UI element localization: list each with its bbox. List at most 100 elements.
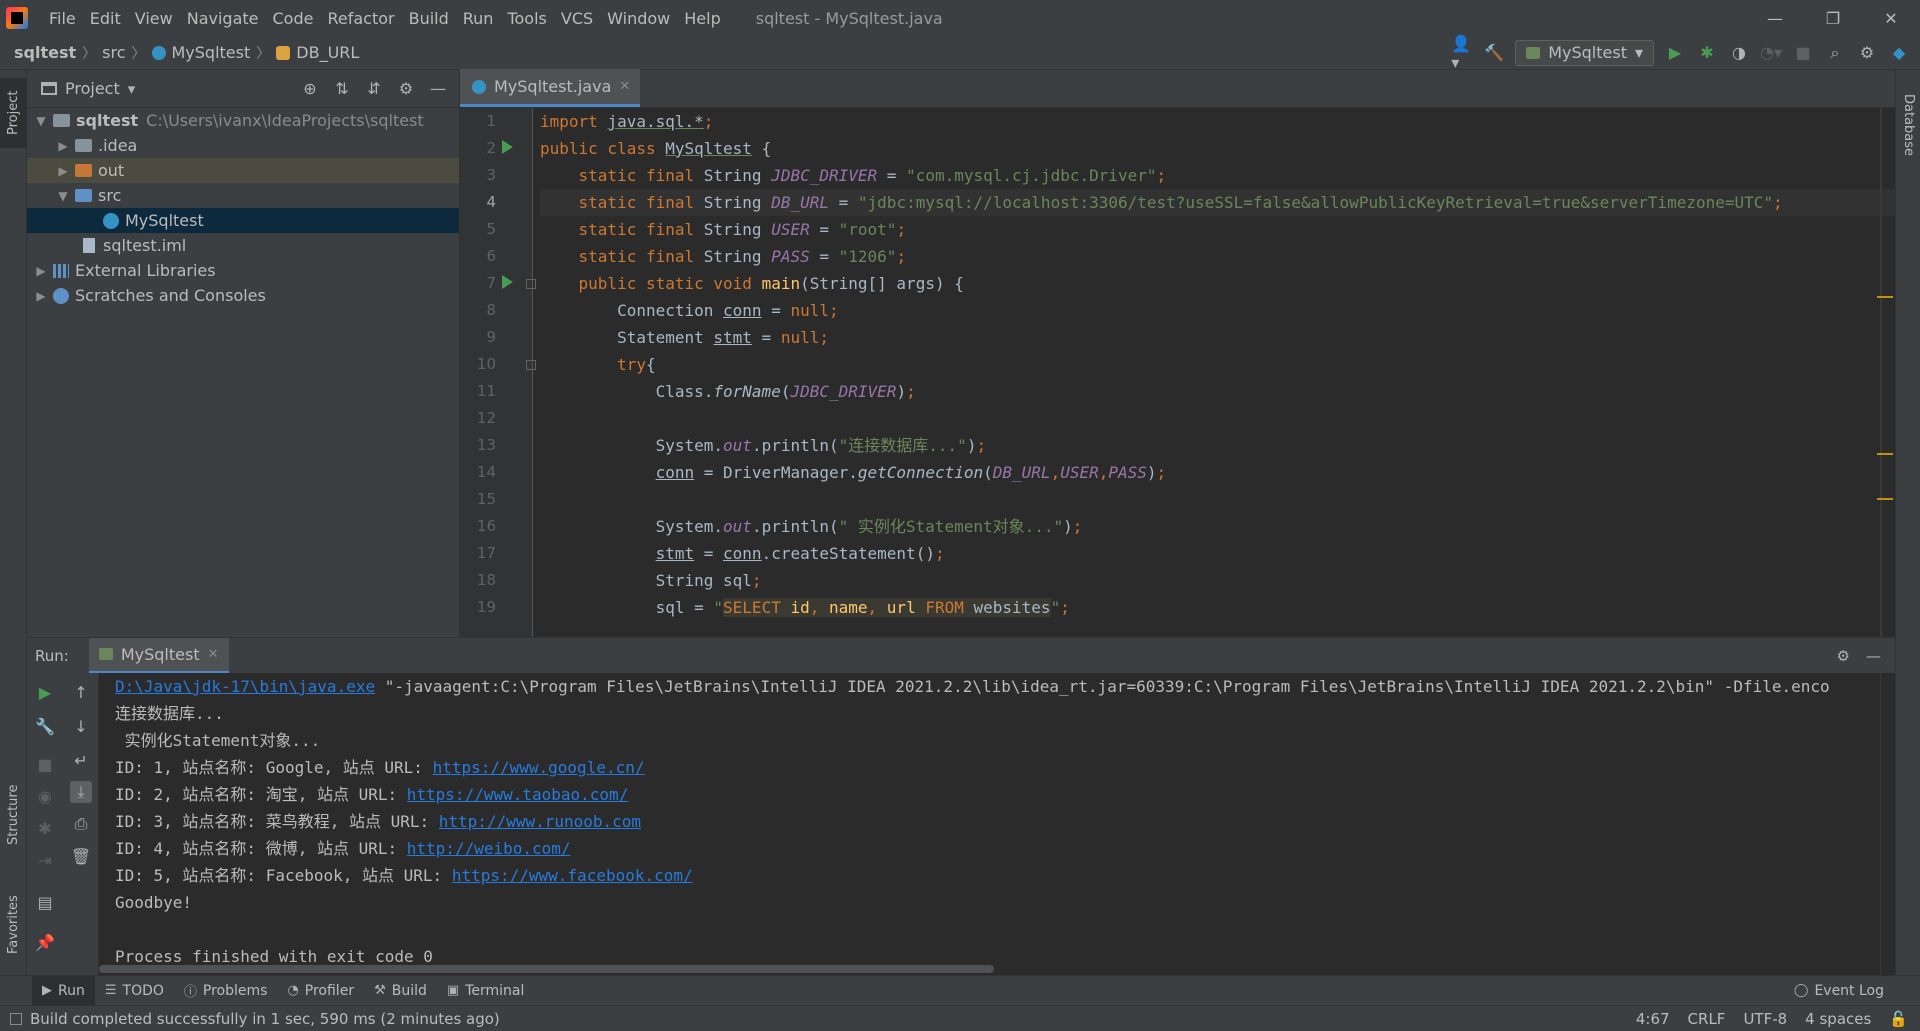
tool-tab-problems[interactable]: ⓘ Problems <box>174 976 278 1006</box>
status-message[interactable]: Build completed successfully in 1 sec, 5… <box>30 1010 500 1028</box>
close-window-button[interactable]: ✕ <box>1862 9 1920 28</box>
menu-code[interactable]: Code <box>266 9 321 28</box>
indent-setting[interactable]: 4 spaces <box>1805 1010 1871 1028</box>
menu-navigate[interactable]: Navigate <box>180 9 266 28</box>
run-gutter-icon[interactable] <box>502 275 513 289</box>
camera-icon[interactable]: ◉ <box>34 785 56 807</box>
menu-vcs[interactable]: VCS <box>554 9 600 28</box>
scroll-to-end-icon[interactable]: ⤓ <box>70 781 92 803</box>
menu-tools[interactable]: Tools <box>500 9 553 28</box>
tool-tab-run[interactable]: ▶ Run <box>32 975 95 1006</box>
tree-item-scratches[interactable]: ▶ Scratches and Consoles <box>27 283 459 308</box>
project-tool-tab[interactable]: Project <box>0 78 27 148</box>
run-icon[interactable]: ▶ <box>1664 42 1686 64</box>
collapse-all-icon[interactable]: ⇵ <box>363 78 385 100</box>
menu-build[interactable]: Build <box>402 9 456 28</box>
breadcrumb-field[interactable]: DB_URL <box>270 43 359 62</box>
tree-item-external-libraries[interactable]: ▶ External Libraries <box>27 258 459 283</box>
project-panel-title[interactable]: Project <box>65 79 120 98</box>
tree-item-src[interactable]: ▼ src <box>27 183 459 208</box>
expand-all-icon[interactable]: ⇅ <box>331 78 353 100</box>
toolbox-icon[interactable]: ◆ <box>1888 42 1910 64</box>
gear-icon[interactable]: ⚙ <box>1856 42 1878 64</box>
menu-view[interactable]: View <box>128 9 180 28</box>
gear-icon[interactable]: ⚙ <box>395 78 417 100</box>
chevron-down-icon[interactable]: ▾ <box>128 80 136 98</box>
database-tool-tab[interactable]: Database <box>1896 78 1920 173</box>
arrow-down-icon[interactable]: ↓ <box>70 715 92 737</box>
code-editor[interactable]: 1 2 3 4 5 6 7 8 9 10 11 12 13 14 15 16 1… <box>460 108 1895 637</box>
stop-icon[interactable]: ■ <box>34 753 56 775</box>
close-icon[interactable]: ✕ <box>619 79 630 94</box>
coverage-icon[interactable]: ◑ <box>1728 42 1750 64</box>
warning-stripe-mark[interactable] <box>1877 296 1893 298</box>
soft-wrap-icon[interactable]: ↵ <box>70 749 92 771</box>
tool-tab-build[interactable]: ⚒ Build <box>364 976 437 1006</box>
url-link[interactable]: https://www.google.cn/ <box>433 758 645 777</box>
url-link[interactable]: https://www.facebook.com/ <box>452 866 693 885</box>
console-output[interactable]: D:\Java\jdk-17\bin\java.exe "-javaagent:… <box>99 673 1880 975</box>
console-horizontal-scrollbar[interactable] <box>99 965 994 973</box>
menu-run[interactable]: Run <box>456 9 501 28</box>
run-configuration-select[interactable]: MySqltest ▾ <box>1515 39 1654 66</box>
menu-window[interactable]: Window <box>600 9 677 28</box>
tree-item-out[interactable]: ▶ out <box>27 158 459 183</box>
debug-icon[interactable]: ✱ <box>1696 42 1718 64</box>
gear-icon[interactable]: ⚙ <box>1837 647 1850 665</box>
wrench-icon[interactable]: 🔧 <box>34 715 56 737</box>
rerun-icon[interactable]: ▶ <box>34 681 56 703</box>
pin-icon[interactable]: 📌 <box>34 931 56 953</box>
run-gutter-icon[interactable] <box>502 140 513 154</box>
hide-icon[interactable]: — <box>427 78 449 100</box>
breadcrumb-class[interactable]: MySqltest <box>146 43 250 62</box>
tree-item-idea[interactable]: ▶ .idea <box>27 133 459 158</box>
tree-item-sqltest[interactable]: ▼ sqltest C:\Users\ivanx\IdeaProjects\sq… <box>27 108 459 133</box>
arrow-up-icon[interactable]: ↑ <box>70 681 92 703</box>
editor-scrollbar[interactable] <box>1881 108 1895 637</box>
caret-position[interactable]: 4:67 <box>1636 1010 1670 1028</box>
layout-icon[interactable]: ▤ <box>34 891 56 913</box>
menu-refactor[interactable]: Refactor <box>320 9 401 28</box>
url-link[interactable]: http://weibo.com/ <box>407 839 571 858</box>
url-link[interactable]: http://www.runoob.com <box>439 812 641 831</box>
breadcrumb-src[interactable]: src <box>96 43 125 62</box>
profile-icon[interactable]: ◔▾ <box>1760 42 1782 64</box>
url-link[interactable]: https://www.taobao.com/ <box>407 785 629 804</box>
warning-stripe-mark[interactable] <box>1877 453 1893 455</box>
console-vertical-scrollbar[interactable] <box>1880 673 1895 975</box>
tool-tab-profiler[interactable]: ◔ Profiler <box>277 976 364 1006</box>
restore-button[interactable]: ❐ <box>1804 9 1862 28</box>
warning-stripe-mark[interactable] <box>1877 498 1893 500</box>
menu-edit[interactable]: Edit <box>83 9 128 28</box>
locate-icon[interactable]: ⊕ <box>299 78 321 100</box>
exit-icon[interactable]: ⇥ <box>34 849 56 871</box>
close-icon[interactable]: ✕ <box>208 647 219 662</box>
minimize-button[interactable]: — <box>1746 9 1804 28</box>
line-separator[interactable]: CRLF <box>1688 1010 1726 1028</box>
favorites-tool-tab[interactable]: Favorites <box>0 880 27 970</box>
user-icon[interactable]: 👤▾ <box>1451 34 1473 72</box>
structure-tool-tab[interactable]: Structure <box>0 770 27 860</box>
stop-icon[interactable]: ■ <box>1792 42 1814 64</box>
file-encoding[interactable]: UTF-8 <box>1743 1010 1787 1028</box>
tool-tab-terminal[interactable]: ▣ Terminal <box>437 976 534 1006</box>
breadcrumb-project[interactable]: sqltest <box>0 43 76 62</box>
tool-windows-toggle-icon[interactable] <box>10 1012 22 1025</box>
menu-help[interactable]: Help <box>677 9 727 28</box>
lock-icon[interactable]: 🔓 <box>1889 1010 1908 1028</box>
editor-tab-mysqltest[interactable]: MySqltest.java ✕ <box>460 69 641 107</box>
tool-tab-event-log[interactable]: ◯ Event Log <box>1784 976 1920 1006</box>
debug-icon[interactable]: ✱ <box>34 817 56 839</box>
print-icon[interactable]: ⎙ <box>70 813 92 835</box>
menu-file[interactable]: File <box>42 9 83 28</box>
search-icon[interactable]: ⌕ <box>1824 42 1846 64</box>
tree-item-mysqltest[interactable]: MySqltest <box>27 208 459 233</box>
hide-icon[interactable]: — <box>1866 647 1881 665</box>
tree-item-iml[interactable]: sqltest.iml <box>27 233 459 258</box>
trash-icon[interactable]: 🗑 <box>70 845 92 867</box>
build-hammer-icon[interactable]: 🔨 <box>1483 42 1505 64</box>
fold-icon[interactable] <box>526 279 536 289</box>
tool-tab-todo[interactable]: ☰ TODO <box>95 976 174 1006</box>
run-tab-mysqltest[interactable]: MySqltest ✕ <box>88 637 229 674</box>
fold-icon[interactable] <box>526 360 536 370</box>
